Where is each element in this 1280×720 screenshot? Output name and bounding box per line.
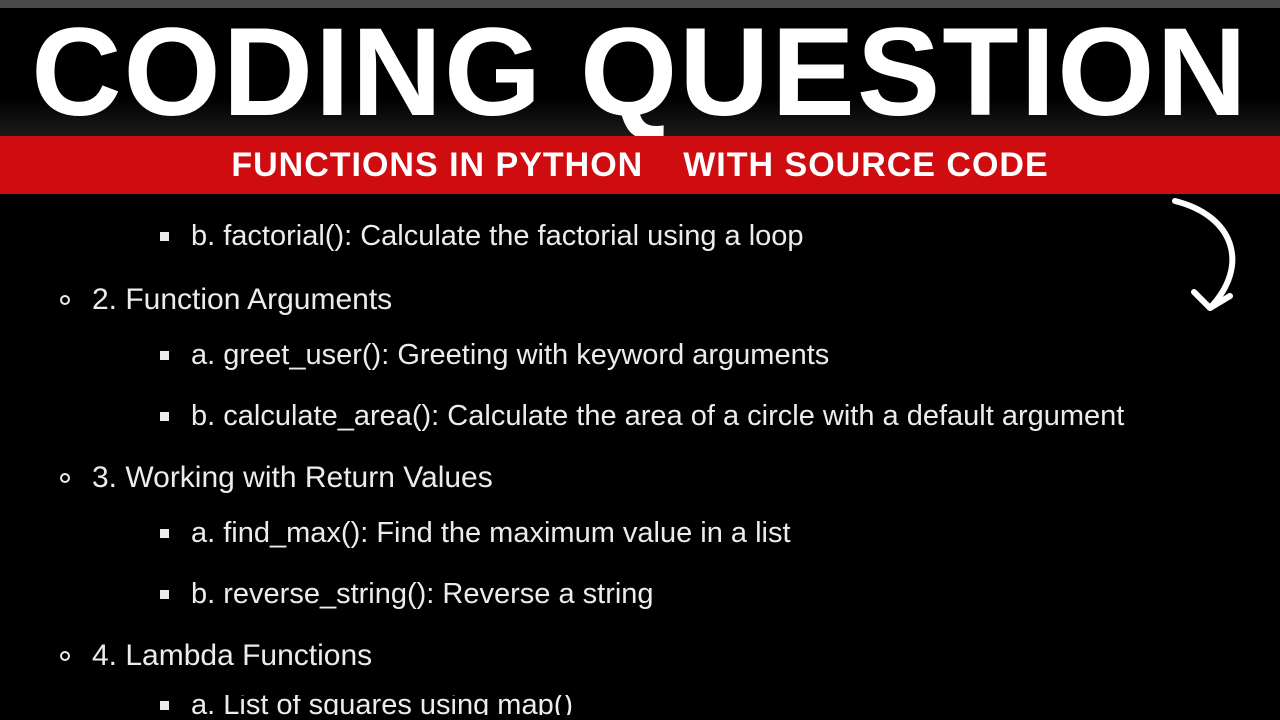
item-text: a. greet_user(): Greeting with keyword a… — [191, 339, 829, 372]
circle-bullet-icon — [60, 473, 70, 483]
subtitle-left: FUNCTIONS IN PYTHON — [231, 146, 643, 184]
page-title: CODING QUESTION — [31, 10, 1249, 135]
section-heading: 2. Function Arguments — [0, 283, 1280, 317]
item-text: a. find_max(): Find the maximum value in… — [191, 517, 791, 550]
square-bullet-icon — [160, 701, 169, 710]
section: 4. Lambda Functions a. List of squares u… — [0, 639, 1280, 715]
square-bullet-icon — [160, 351, 169, 360]
list-item: b. calculate_area(): Calculate the area … — [0, 400, 1280, 433]
list-item: a. List of squares using map() — [0, 695, 1280, 715]
item-text: b. factorial(): Calculate the factorial … — [191, 220, 804, 253]
content-list: b. factorial(): Calculate the factorial … — [0, 194, 1280, 720]
square-bullet-icon — [160, 529, 169, 538]
circle-bullet-icon — [60, 295, 70, 305]
item-text: b. reverse_string(): Reverse a string — [191, 578, 654, 611]
circle-bullet-icon — [60, 651, 70, 661]
section: 2. Function Arguments a. greet_user(): G… — [0, 283, 1280, 433]
item-text: a. List of squares using map() — [191, 695, 573, 715]
subtitle-right: WITH SOURCE CODE — [683, 146, 1048, 184]
list-item: a. greet_user(): Greeting with keyword a… — [0, 339, 1280, 372]
square-bullet-icon — [160, 412, 169, 421]
square-bullet-icon — [160, 590, 169, 599]
section-heading: 4. Lambda Functions — [0, 639, 1280, 673]
heading-text: 3. Working with Return Values — [92, 461, 493, 495]
list-item: b. factorial(): Calculate the factorial … — [0, 220, 1280, 253]
subtitle-bar: FUNCTIONS IN PYTHON WITH SOURCE CODE — [0, 136, 1280, 194]
square-bullet-icon — [160, 232, 169, 241]
heading-text: 2. Function Arguments — [92, 283, 392, 317]
list-item: a. find_max(): Find the maximum value in… — [0, 517, 1280, 550]
item-text: b. calculate_area(): Calculate the area … — [191, 400, 1124, 433]
list-item: b. reverse_string(): Reverse a string — [0, 578, 1280, 611]
section: 3. Working with Return Values a. find_ma… — [0, 461, 1280, 611]
heading-text: 4. Lambda Functions — [92, 639, 372, 673]
title-block: CODING QUESTION — [0, 8, 1280, 136]
section-heading: 3. Working with Return Values — [0, 461, 1280, 495]
